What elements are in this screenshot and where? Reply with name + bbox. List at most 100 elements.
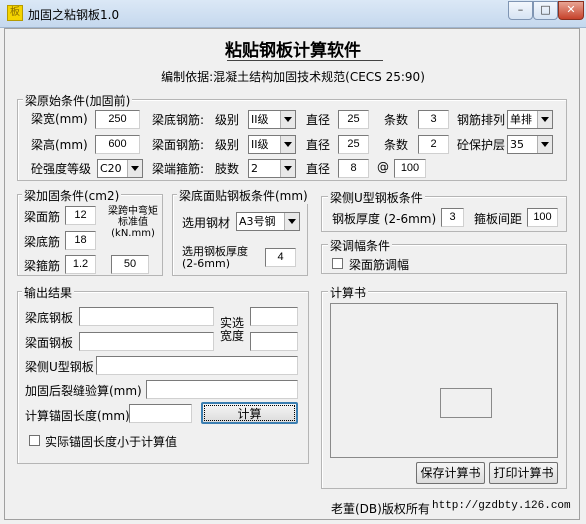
bottom-count-label: 条数 (384, 113, 409, 127)
top-grade-label: 级别 (215, 138, 240, 152)
cover-value: 35 (510, 138, 524, 151)
steel-type-label: 选用钢材 (182, 216, 231, 230)
top-count-label: 条数 (384, 138, 409, 152)
steel-type-value: A3号钢 (239, 215, 276, 228)
anchor-checkbox-label: 实际锚固长度小于计算值 (45, 435, 178, 449)
arrangement-label: 钢筋排列 (457, 113, 506, 127)
chevron-down-icon (280, 136, 295, 153)
concrete-grade-label: 砼强度等级 (31, 162, 92, 176)
bottom-grade-value: II级 (251, 113, 269, 126)
at-label: @ (377, 160, 389, 174)
heading-underline (227, 60, 383, 61)
bottom-bar-label: 梁底钢筋: (152, 113, 205, 127)
maximize-button[interactable]: □ (533, 1, 558, 20)
stirrup-legs-label: 肢数 (215, 162, 240, 176)
anchor-length-label: 计算锚固长度(mm) (25, 409, 130, 423)
concrete-grade-value: C20 (100, 162, 122, 175)
u-plate-spacing-label: 箍板间距 (474, 212, 523, 226)
copyright-text: 老董(DB)版权所有 (331, 502, 430, 516)
output-top-plate-field[interactable] (79, 332, 214, 351)
beam-width-input[interactable]: 250 (95, 110, 140, 129)
output-group-label: 输出结果 (22, 284, 75, 301)
output-bottom-plate-label: 梁底钢板 (25, 311, 74, 325)
stirrup-diameter-input[interactable]: 8 (338, 159, 369, 178)
crack-check-field[interactable] (146, 380, 298, 399)
chevron-down-icon (537, 111, 552, 128)
output-u-plate-field[interactable] (96, 356, 298, 375)
website-url: http://gzdbty.126.com (432, 500, 571, 512)
arrangement-select[interactable]: 单排 (507, 110, 553, 129)
actual-width-label: 实选宽度 (220, 316, 245, 343)
strengthen-bottom-bar-label: 梁底筋 (24, 235, 61, 249)
moment-label: 梁跨中弯矩标准值(kN.mm) (108, 206, 158, 239)
top-count-input[interactable]: 2 (418, 135, 449, 154)
strengthen-stirrup-input[interactable]: 1.2 (65, 255, 96, 274)
strengthen-top-bar-input[interactable]: 12 (65, 206, 96, 225)
anchor-checkbox[interactable] (29, 435, 40, 446)
beam-width-label: 梁宽(mm) (31, 112, 88, 126)
bottom-count-input[interactable]: 3 (418, 110, 449, 129)
chevron-down-icon (280, 160, 295, 177)
chevron-down-icon (280, 111, 295, 128)
output-bottom-plate-field[interactable] (79, 307, 214, 326)
u-plate-spacing-input[interactable]: 100 (527, 208, 558, 227)
window-title: 加固之粘钢板1.0 (28, 8, 120, 22)
u-plate-group-label: 梁侧U型钢板条件 (328, 189, 425, 206)
stirrup-diameter-label: 直径 (306, 162, 331, 176)
strengthen-bottom-bar-input[interactable]: 18 (65, 231, 96, 250)
bottom-diameter-input[interactable]: 25 (338, 110, 369, 129)
strengthen-top-bar-label: 梁面筋 (24, 210, 61, 224)
stirrup-label: 梁端箍筋: (152, 162, 205, 176)
bottom-diameter-label: 直径 (306, 113, 331, 127)
u-plate-thickness-label: 钢板厚度 (2-6mm) (332, 212, 437, 226)
top-diameter-input[interactable]: 25 (338, 135, 369, 154)
original-conditions-label: 梁原始条件(加固前) (23, 92, 133, 109)
bottom-grade-label: 级别 (215, 113, 240, 127)
chevron-down-icon (127, 160, 142, 177)
amplitude-checkbox[interactable] (332, 258, 343, 269)
basis-text: 编制依据:混凝土结构加固技术规范(CECS 25:90) (161, 70, 425, 84)
top-bar-label: 梁面钢筋: (152, 138, 205, 152)
calc-book-inner-box (440, 388, 492, 418)
amplitude-group-label: 梁调幅条件 (328, 237, 393, 254)
top-grade-select[interactable]: II级 (248, 135, 296, 154)
top-diameter-label: 直径 (306, 138, 331, 152)
top-grade-value: II级 (251, 138, 269, 151)
save-calc-book-button[interactable]: 保存计算书 (416, 462, 485, 484)
chevron-down-icon (537, 136, 552, 153)
strengthen-stirrup-label: 梁箍筋 (24, 259, 61, 273)
u-plate-thickness-input[interactable]: 3 (441, 208, 464, 227)
calc-book-area[interactable] (330, 303, 558, 458)
output-u-plate-label: 梁侧U型钢板 (25, 360, 94, 374)
concrete-grade-select[interactable]: C20 (97, 159, 143, 178)
cover-label: 砼保护层 (457, 138, 506, 152)
actual-width-field-2[interactable] (250, 332, 298, 351)
bottom-plate-group-label: 梁底面贴钢板条件(mm) (177, 187, 310, 204)
amplitude-checkbox-label: 梁面筋调幅 (349, 258, 410, 272)
stirrup-spacing-input[interactable]: 100 (394, 159, 426, 178)
beam-height-input[interactable]: 600 (95, 135, 140, 154)
print-calc-book-button[interactable]: 打印计算书 (489, 462, 558, 484)
anchor-length-field[interactable] (129, 404, 192, 423)
plate-thickness-input[interactable]: 4 (265, 248, 296, 267)
crack-check-label: 加固后裂缝验算(mm) (25, 384, 142, 398)
calc-book-group-label: 计算书 (328, 284, 369, 301)
bottom-grade-select[interactable]: II级 (248, 110, 296, 129)
arrangement-value: 单排 (510, 113, 532, 126)
app-heading: 粘贴钢板计算软件 (225, 41, 361, 61)
cover-select[interactable]: 35 (507, 135, 553, 154)
steel-type-select[interactable]: A3号钢 (236, 212, 300, 231)
strengthen-group-label: 梁加固条件(cm2) (22, 187, 122, 204)
minimize-button[interactable]: – (508, 1, 533, 20)
close-button[interactable]: ✕ (558, 1, 584, 20)
beam-height-label: 梁高(mm) (31, 138, 88, 152)
actual-width-field-1[interactable] (250, 307, 298, 326)
chevron-down-icon (284, 213, 299, 230)
stirrup-legs-value: 2 (251, 162, 258, 175)
app-icon: 板 (7, 5, 23, 21)
output-top-plate-label: 梁面钢板 (25, 336, 74, 350)
calculate-button[interactable]: 计算 (201, 402, 298, 424)
plate-thickness-label: 选用钢板厚度(2-6mm) (182, 245, 248, 270)
moment-input[interactable]: 50 (111, 255, 149, 274)
stirrup-legs-select[interactable]: 2 (248, 159, 296, 178)
